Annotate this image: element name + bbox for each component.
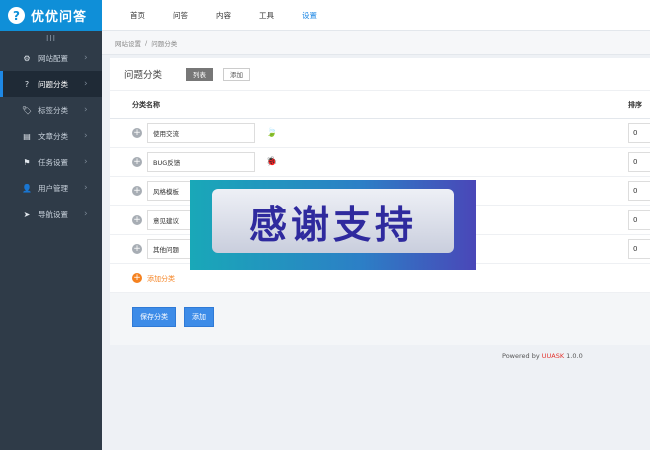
breadcrumb-separator: / (145, 38, 148, 47)
category-name-input[interactable]: BUG反馈 (147, 152, 255, 172)
add-category-link[interactable]: 添加分类 (147, 274, 175, 284)
sidebar-item-site-config[interactable]: ⚙ 网站配置 › (0, 45, 102, 71)
tab-add[interactable]: 添加 (223, 67, 251, 81)
expand-plus-icon[interactable]: + (132, 157, 142, 167)
navigation-arrow-icon: ➤ (23, 209, 31, 219)
powered-by: Powered by UUASK 1.0.0 (502, 352, 583, 360)
category-order-input[interactable]: 0 (628, 239, 650, 259)
thanks-banner: 感谢支持 (190, 180, 476, 270)
banner-text: 感谢支持 (248, 202, 417, 247)
top-nav-qa[interactable]: 问答 (173, 10, 188, 21)
sidebar-item-user-management[interactable]: 👤 用户管理 › (0, 175, 102, 201)
chevron-right-icon: › (84, 183, 88, 193)
top-nav-home[interactable]: 首页 (130, 10, 145, 21)
category-order-input[interactable]: 0 (628, 210, 650, 230)
top-nav: 首页 问答 内容 工具 设置 (102, 0, 650, 31)
sidebar-item-label: 网站配置 (38, 53, 68, 63)
leaf-icon[interactable]: 🍃 (266, 128, 277, 138)
expand-plus-icon[interactable]: + (132, 244, 142, 254)
form-actions: 保存分类 添加 (110, 293, 650, 345)
breadcrumb: 网站设置 / 问题分类 (102, 31, 650, 55)
sidebar-item-label: 用户管理 (38, 183, 68, 193)
chevron-right-icon: › (84, 53, 88, 63)
sidebar: ? 优优问答 III ⚙ 网站配置 › ? 问题分类 › 🏷 标签分类 › ▤ … (0, 0, 102, 450)
chevron-right-icon: › (84, 209, 88, 219)
sidebar-item-label: 标签分类 (38, 105, 68, 115)
expand-plus-icon[interactable]: + (132, 186, 142, 196)
save-category-button[interactable]: 保存分类 (132, 307, 176, 327)
add-button[interactable]: 添加 (184, 307, 214, 327)
chevron-right-icon: › (84, 131, 88, 141)
user-icon: 👤 (22, 183, 32, 193)
column-header-name: 分类名称 (132, 100, 160, 109)
table-header: 分类名称 排序 (110, 91, 650, 119)
logo-bar[interactable]: ? 优优问答 (0, 0, 102, 31)
chevron-right-icon: › (84, 79, 88, 89)
add-plus-icon[interactable]: + (132, 273, 142, 283)
sidebar-item-nav-settings[interactable]: ➤ 导航设置 › (0, 201, 102, 227)
chevron-right-icon: › (84, 105, 88, 115)
tag-icon: 🏷 (21, 105, 33, 115)
table-row: + 使用交流 🍃 0 (110, 119, 650, 148)
category-order-input[interactable]: 0 (628, 123, 650, 143)
chevron-right-icon: › (84, 157, 88, 167)
sidebar-collapse-toggle[interactable]: III (0, 31, 102, 45)
sidebar-item-article-category[interactable]: ▤ 文章分类 › (0, 123, 102, 149)
powered-prefix: Powered by (502, 352, 542, 360)
breadcrumb-parent[interactable]: 网站设置 (115, 38, 141, 48)
category-order-input[interactable]: 0 (628, 152, 650, 172)
sidebar-item-label: 文章分类 (38, 131, 68, 141)
version-text: 1.0.0 (564, 352, 583, 360)
gear-icon: ⚙ (23, 53, 31, 63)
breadcrumb-current: 问题分类 (151, 39, 178, 48)
sidebar-item-task-settings[interactable]: ⚑ 任务设置 › (0, 149, 102, 175)
brand-link[interactable]: UUASK (542, 352, 564, 360)
category-name-input[interactable]: 使用交流 (147, 123, 255, 143)
table-row: + BUG反馈 🐞 0 (110, 148, 650, 177)
sidebar-item-question-category[interactable]: ? 问题分类 › (0, 71, 102, 97)
category-order-input[interactable]: 0 (628, 181, 650, 201)
sidebar-item-label: 导航设置 (38, 209, 68, 219)
top-nav-tools[interactable]: 工具 (259, 10, 274, 21)
app-name: 优优问答 (31, 10, 88, 25)
document-icon: ▤ (23, 131, 31, 141)
sidebar-item-tag-category[interactable]: 🏷 标签分类 › (0, 97, 102, 123)
sidebar-item-label: 问题分类 (38, 79, 68, 89)
expand-plus-icon[interactable]: + (132, 128, 142, 138)
flag-icon: ⚑ (23, 157, 31, 167)
column-header-order: 排序 (628, 100, 642, 109)
bug-icon[interactable]: 🐞 (266, 157, 277, 167)
question-icon: ? (24, 79, 30, 89)
tab-list[interactable]: 列表 (186, 67, 214, 81)
top-nav-settings[interactable]: 设置 (302, 10, 317, 21)
banner-plate: 感谢支持 (212, 189, 454, 253)
sidebar-item-label: 任务设置 (38, 157, 68, 167)
page-title: 问题分类 (124, 70, 163, 81)
logo-question-icon: ? (8, 7, 25, 24)
top-nav-content[interactable]: 内容 (216, 10, 231, 21)
expand-plus-icon[interactable]: + (132, 215, 142, 225)
panel-header: 问题分类 列表 添加 (110, 58, 650, 91)
